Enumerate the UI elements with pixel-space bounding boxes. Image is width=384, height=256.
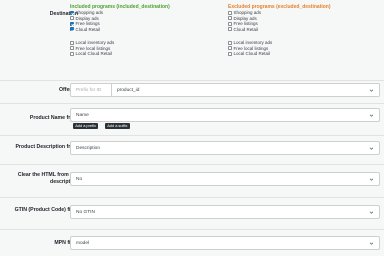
included-program-checkbox-6[interactable] [70,51,74,56]
offer-id-label: Offer ID [58,87,78,93]
chevron-down-icon [369,177,374,182]
clear-html-value: No [76,176,83,182]
excluded-program-checkbox-4[interactable] [228,40,232,45]
included-program-checkbox-2[interactable] [70,21,74,26]
gtin-label: GTIN (Product Code) field [14,207,78,213]
clear-html-select[interactable]: No [70,172,380,186]
included-program-label-3: Cloud Retail [75,26,101,32]
product-name-value: Name [76,112,89,118]
add-prefix-button[interactable]: Add a prefix [73,123,99,130]
divider [0,80,384,81]
mpn-label: MPN field [54,240,78,246]
gtin-value: No GTIN [76,209,95,215]
chevron-down-icon [369,241,374,246]
feed-settings-panel: Destination Included programs (included_… [0,0,384,256]
excluded-program-label-3: Cloud Retail [233,26,259,32]
add-suffix-button[interactable]: Add a suffix [105,123,130,130]
chevron-down-icon [369,146,374,151]
excluded-program-checkbox-5[interactable] [228,46,232,51]
destination-label: Destination [49,11,78,17]
chevron-down-icon [369,88,374,93]
excluded-program-checkbox-1[interactable] [228,16,232,21]
excluded-program-checkbox-6[interactable] [228,51,232,56]
divider [0,164,384,165]
included-program-checkbox-5[interactable] [70,46,74,51]
chevron-down-icon [369,210,374,215]
included-program-checkbox-1[interactable] [70,16,74,21]
included-program-checkbox-3[interactable] [70,27,74,32]
included-program-checkbox-0[interactable] [70,10,74,15]
gtin-select[interactable]: No GTIN [70,205,380,219]
offer-id-prefix-placeholder: Prefix for ID [76,87,102,93]
excluded-program-checkbox-3[interactable] [228,27,232,32]
divider [0,197,384,198]
offer-id-value: product_id [117,87,140,93]
excluded-program-checkbox-2[interactable] [228,21,232,26]
offer-id-select[interactable]: product_id [112,83,380,97]
product-description-value: Description [76,145,100,151]
chevron-down-icon [369,113,374,118]
excluded-program-label-6: Local Cloud Retail [233,51,271,56]
mpn-value: model [76,240,90,246]
included-program-label-6: Local Cloud Retail [75,51,113,56]
product-description-select[interactable]: Description [70,141,380,155]
product-description-label: Product Description from [15,144,78,150]
product-name-select[interactable]: Name [70,108,380,122]
included-program-checkbox-4[interactable] [70,40,74,45]
divider [0,103,384,104]
divider [0,229,384,230]
clear-html-label: Clear the HTML from the description [17,172,78,185]
mpn-select[interactable]: model [70,236,380,250]
excluded-program-checkbox-0[interactable] [228,10,232,15]
divider [0,135,384,136]
product-name-label: Product Name from [29,115,78,121]
offer-id-prefix-input[interactable]: Prefix for ID [70,83,112,97]
